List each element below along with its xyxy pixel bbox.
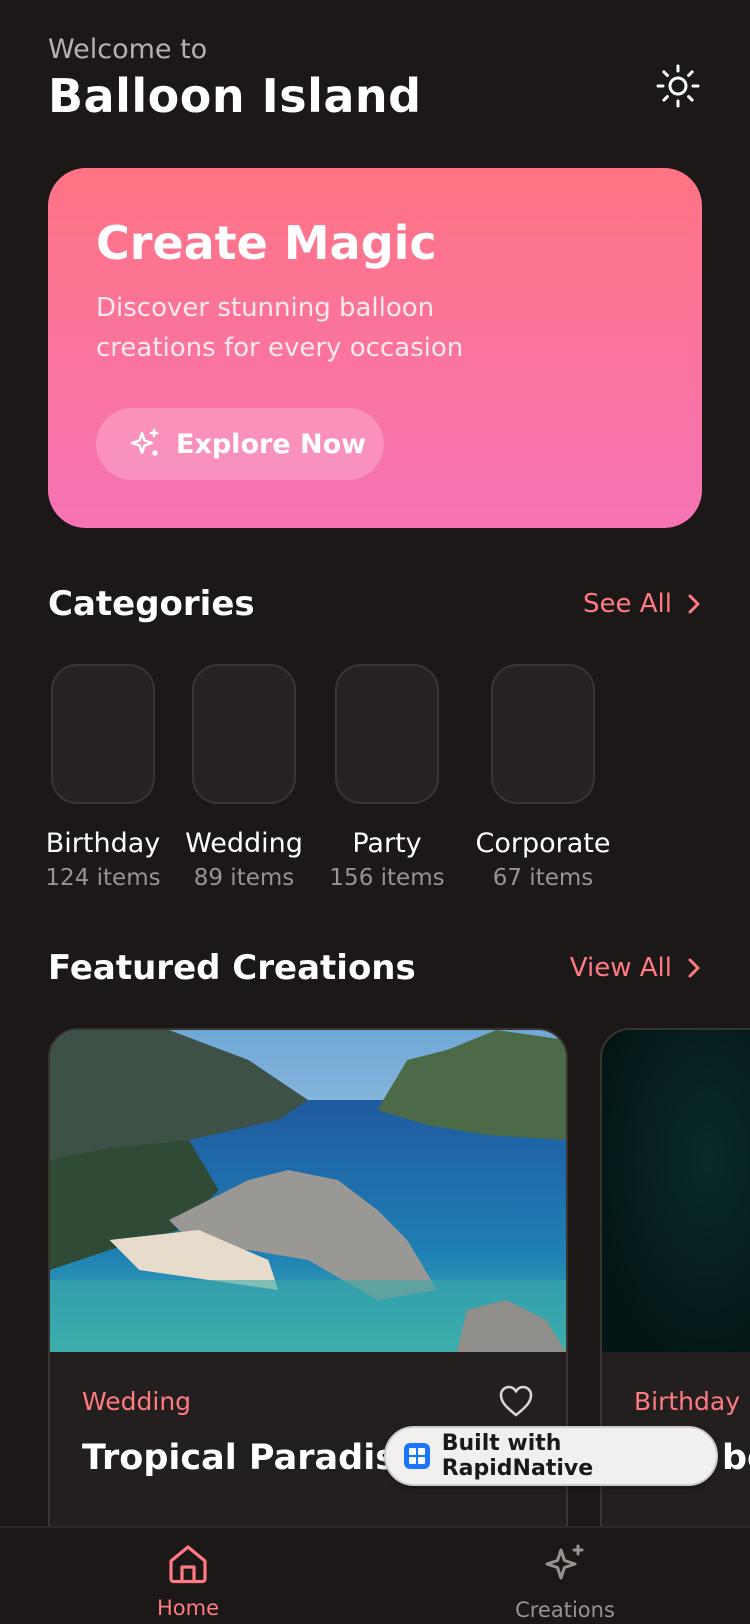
category-name: Birthday: [45, 828, 161, 859]
see-all-label: See All: [583, 589, 672, 619]
category-count: 67 items: [492, 865, 594, 891]
category-count: 124 items: [45, 865, 161, 891]
explore-now-label: Explore Now: [176, 428, 367, 460]
categories-header: Categories See All: [48, 584, 702, 624]
category-image: [192, 664, 296, 804]
category-name: Corporate: [475, 828, 611, 859]
card-category: Birthday: [634, 1387, 741, 1416]
category-name: Wedding: [185, 828, 303, 859]
hero-banner: Create Magic Discover stunning balloon c…: [48, 168, 702, 528]
see-all-link[interactable]: See All: [583, 589, 702, 619]
bottom-tab-bar: Home Creations: [0, 1526, 750, 1624]
hero-title: Create Magic: [96, 216, 437, 270]
categories-title: Categories: [48, 584, 255, 624]
chevron-right-icon: [688, 594, 700, 614]
category-image: [491, 664, 595, 804]
card-category: Wedding: [82, 1387, 192, 1416]
sparkles-icon: [545, 1544, 584, 1580]
category-image: [335, 664, 439, 804]
category-count: 89 items: [193, 865, 295, 891]
card-title: Tropical Paradise: [82, 1438, 420, 1478]
rapidnative-logo-icon: [404, 1443, 430, 1469]
category-count: 156 items: [329, 865, 445, 891]
category-birthday[interactable]: Birthday 124 items: [45, 664, 161, 891]
header: Welcome to Balloon Island: [48, 34, 422, 123]
tab-home[interactable]: Home: [140, 1542, 236, 1620]
chevron-right-icon: [688, 958, 700, 978]
tab-home-label: Home: [156, 1596, 219, 1620]
category-image: [51, 664, 155, 804]
category-name: Party: [352, 828, 422, 859]
badge-label: Built with RapidNative: [441, 1431, 594, 1481]
featured-title: Featured Creations: [48, 948, 416, 988]
sparkles-icon: [130, 428, 159, 456]
category-corporate[interactable]: Corporate 67 items: [468, 664, 618, 891]
featured-card[interactable]: Wedding Tropical Paradise: [48, 1028, 568, 1568]
featured-card[interactable]: Birthday bo: [600, 1028, 750, 1568]
card-title: bo: [722, 1438, 750, 1478]
card-image: [50, 1030, 566, 1352]
favorite-button[interactable]: [498, 1384, 534, 1422]
view-all-label: View All: [569, 953, 672, 983]
home-icon: [169, 1545, 207, 1584]
welcome-text: Welcome to: [48, 34, 208, 65]
featured-header: Featured Creations View All: [48, 948, 702, 988]
app-title: Balloon Island: [48, 69, 422, 123]
category-party[interactable]: Party 156 items: [329, 664, 445, 891]
category-wedding[interactable]: Wedding 89 items: [184, 664, 304, 891]
theme-toggle-button[interactable]: [654, 62, 702, 110]
hero-subtitle: Discover stunning balloon creations for …: [96, 293, 464, 363]
card-image: [602, 1030, 750, 1352]
tab-creations[interactable]: Creations: [510, 1542, 620, 1622]
explore-now-button[interactable]: Explore Now: [96, 408, 384, 480]
heart-icon: [499, 1385, 533, 1417]
tab-creations-label: Creations: [515, 1598, 615, 1622]
sun-icon: [656, 64, 700, 108]
view-all-link[interactable]: View All: [570, 953, 702, 983]
built-with-badge[interactable]: Built with RapidNative: [384, 1426, 718, 1486]
